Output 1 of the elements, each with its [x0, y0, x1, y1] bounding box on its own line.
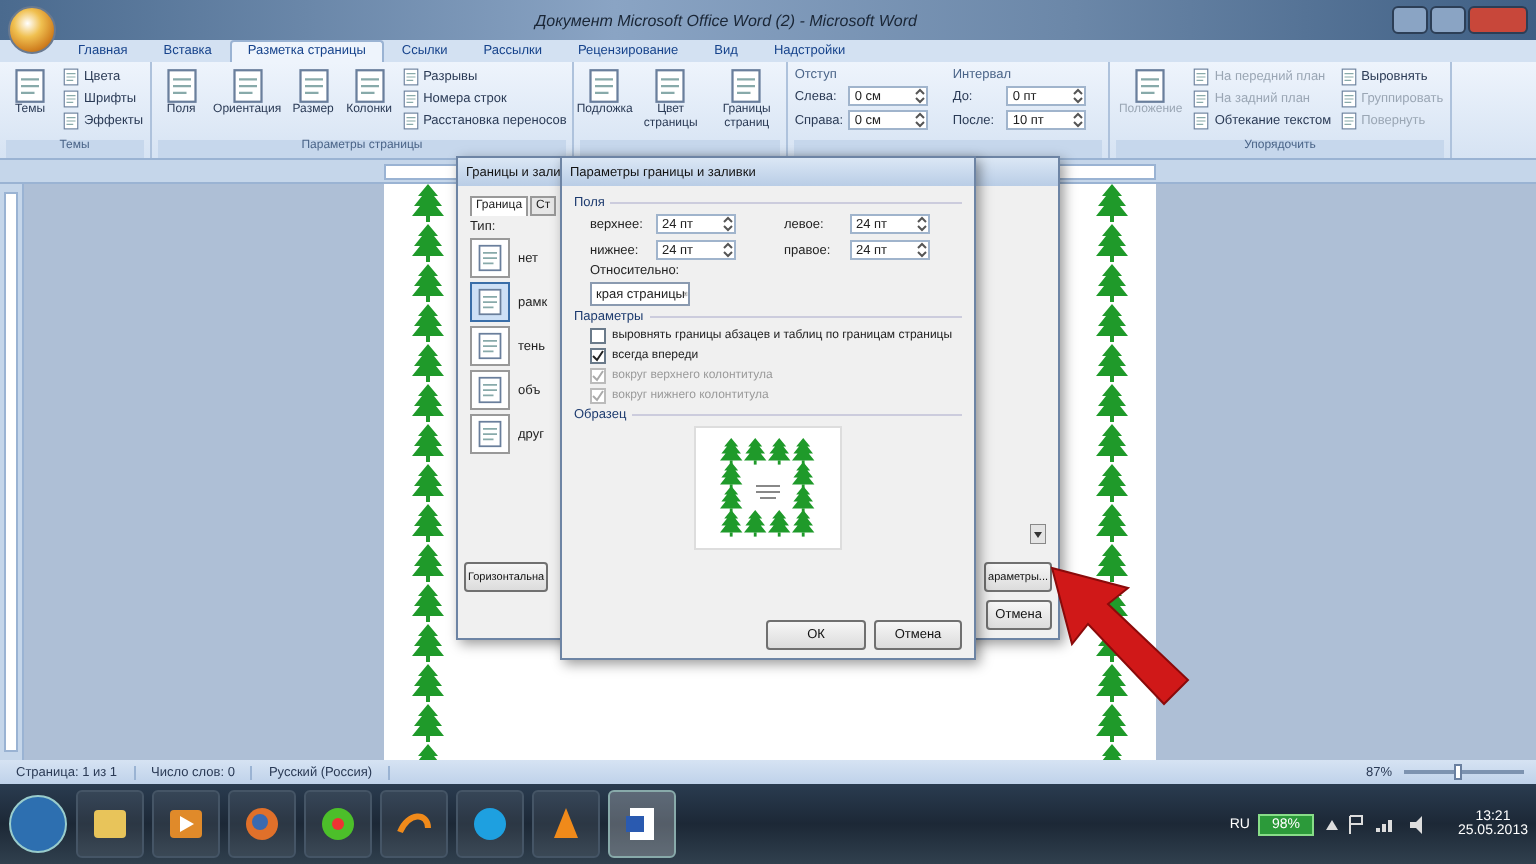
window-title: Документ Microsoft Office Word (2) - Microsoft Word — [531, 11, 919, 29]
